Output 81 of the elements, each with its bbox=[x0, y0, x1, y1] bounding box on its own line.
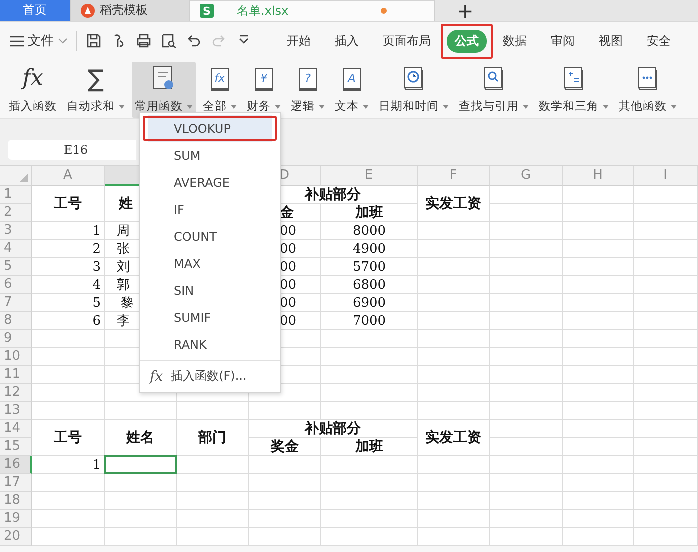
ribbon-tab[interactable]: 数据 bbox=[495, 30, 535, 52]
function-icon: fx bbox=[22, 68, 44, 90]
name-box[interactable]: E16 bbox=[8, 140, 136, 160]
spreadsheet-icon: S bbox=[200, 4, 214, 18]
ribbon-tab[interactable]: 视图 bbox=[591, 30, 631, 52]
book-icon: fx bbox=[211, 68, 229, 90]
ribbon-button[interactable]: ∑ 自动求和 bbox=[64, 62, 128, 118]
menu-item[interactable]: IF bbox=[148, 196, 272, 223]
menu-item[interactable]: COUNT bbox=[148, 223, 272, 250]
cell-text: 姓名 bbox=[126, 428, 154, 446]
book-icon: ¥ bbox=[255, 68, 273, 90]
cell-text: 郭 bbox=[117, 277, 130, 294]
cell-text: 部门 bbox=[198, 428, 226, 446]
ribbon-button[interactable]: fx 全部 bbox=[200, 62, 240, 118]
ribbon-button[interactable]: A 文本 bbox=[332, 62, 372, 118]
document-tab[interactable]: 稻壳模板 bbox=[71, 0, 190, 21]
cell-text: 工号 bbox=[54, 428, 82, 446]
cell-text: 工号 bbox=[54, 194, 82, 212]
ribbon-tab[interactable]: 安全 bbox=[639, 30, 679, 52]
menu-item[interactable]: SIN bbox=[148, 277, 272, 304]
cell-text: 实发工资 bbox=[426, 194, 482, 212]
cell-text: 奖金 bbox=[271, 438, 299, 456]
ribbon-button[interactable]: 日期和时间 bbox=[376, 62, 452, 118]
cell-text: 周 bbox=[117, 223, 130, 240]
ribbon-button[interactable]: 常用函数 bbox=[132, 62, 196, 118]
menu-item[interactable]: SUMIF bbox=[148, 304, 272, 331]
book-icon: ? bbox=[299, 68, 317, 90]
item-label: 插入函数(F)... bbox=[171, 368, 247, 385]
cell-text: 补贴部分 bbox=[305, 186, 361, 204]
cell-text: 6900 bbox=[352, 296, 386, 310]
cell-text: 7000 bbox=[352, 314, 386, 328]
ribbon-button[interactable]: 数学和三角 bbox=[536, 62, 612, 118]
book-icon: A bbox=[343, 68, 361, 90]
cell-text: 补贴部分 bbox=[305, 420, 361, 438]
cell-text: 实发工资 bbox=[426, 428, 482, 446]
tab-label: 名单.xlsx bbox=[237, 2, 290, 20]
cell-text: 黎 bbox=[121, 295, 134, 312]
cell-text: 刘 bbox=[117, 259, 130, 276]
cell-text: 金 bbox=[280, 204, 294, 222]
cell-text: 3 bbox=[92, 260, 101, 274]
tab-label: 稻壳模板 bbox=[100, 2, 148, 19]
cell-text: 2 bbox=[92, 242, 101, 256]
tab-label: 首页 bbox=[23, 2, 47, 19]
cell-text: 4 bbox=[92, 278, 101, 292]
cell-text: 1 bbox=[92, 224, 101, 238]
cell-text: 4900 bbox=[352, 242, 386, 256]
new-tab-button[interactable]: + bbox=[449, 0, 482, 21]
cell-text: 6800 bbox=[352, 278, 386, 292]
menu-item[interactable]: fx 插入函数(F)... bbox=[148, 363, 272, 390]
function-icon: fx bbox=[150, 368, 164, 384]
cell-text: 李 bbox=[117, 313, 130, 330]
ribbon-tab[interactable]: 开始 bbox=[279, 30, 319, 52]
ribbon-button[interactable]: ? 逻辑 bbox=[288, 62, 328, 118]
sum-icon: ∑ bbox=[88, 67, 104, 91]
document-tab[interactable]: 首页 bbox=[0, 0, 71, 21]
menu-item[interactable]: MAX bbox=[148, 250, 272, 277]
cell-text: 加班 bbox=[356, 438, 384, 456]
ribbon-tab[interactable]: 页面布局 bbox=[375, 30, 439, 52]
ribbon-tab[interactable]: 插入 bbox=[327, 30, 367, 52]
menu-item[interactable]: RANK bbox=[148, 331, 272, 358]
cell-text: 00 bbox=[280, 260, 297, 274]
file-menu-button[interactable]: 文件 bbox=[6, 30, 72, 52]
cell-text: 00 bbox=[280, 224, 297, 238]
cell-text: 00 bbox=[280, 242, 297, 256]
ribbon-button[interactable]: 其他函数 bbox=[616, 62, 680, 118]
ribbon-tab[interactable]: 审阅 bbox=[543, 30, 583, 52]
cell-text: 加班 bbox=[356, 204, 384, 222]
cell-text: 张 bbox=[117, 241, 130, 258]
cell-text: 00 bbox=[280, 296, 297, 310]
cell-text: 5700 bbox=[352, 260, 386, 274]
cell-text: 姓 bbox=[119, 194, 133, 212]
cell-text: 00 bbox=[280, 278, 297, 292]
cell-text: 6 bbox=[92, 314, 101, 328]
ribbon-button[interactable]: ¥ 财务 bbox=[244, 62, 284, 118]
cell-text: 00 bbox=[280, 314, 297, 328]
menu-item[interactable]: SUM bbox=[148, 142, 272, 169]
cell-text: 1 bbox=[92, 458, 101, 472]
cell-text: 5 bbox=[92, 296, 101, 310]
ribbon-button[interactable]: 查找与引用 bbox=[456, 62, 532, 118]
cell-text: 8000 bbox=[352, 224, 386, 238]
ribbon-button[interactable]: fx 插入函数 bbox=[6, 62, 60, 118]
